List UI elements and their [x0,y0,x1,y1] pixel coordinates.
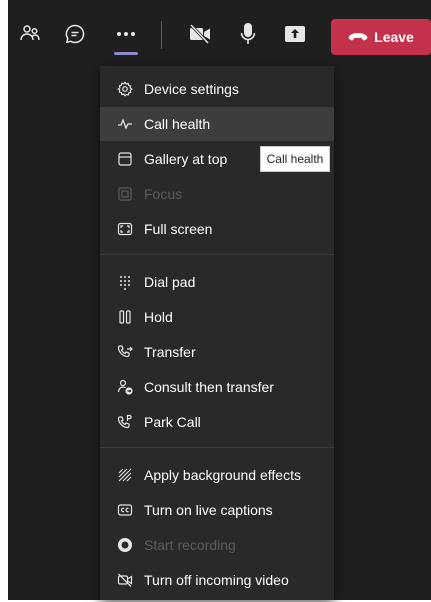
transfer-icon [116,343,134,361]
menu-item-turn-off-incoming-video[interactable]: Turn off incoming video [100,563,334,597]
chat-button[interactable] [59,18,91,50]
more-icon [116,31,136,37]
tooltip: Call health [260,146,330,172]
more-actions-button[interactable] [110,18,142,50]
phone-hangup-icon [348,29,368,45]
menu-item-label: Full screen [144,221,213,237]
menu-item-full-screen[interactable]: Full screen [100,212,334,246]
menu-item-label: Turn on live captions [144,502,273,518]
menu-item-apply-background-effects[interactable]: Apply background effects [100,458,334,492]
captions-icon [116,501,134,519]
menu-item-label: Consult then transfer [144,379,274,395]
menu-item-focus: Focus [100,177,334,211]
menu-item-label: Turn off incoming video [144,572,289,588]
menu-item-label: Dial pad [144,274,196,290]
menu-item-consult-then-transfer[interactable]: Consult then transfer [100,370,334,404]
menu-item-label: Call health [144,116,211,132]
menu-item-label: Park Call [144,414,201,430]
meeting-window: Leave Device settings Call health Galler… [8,0,431,600]
gear-icon [116,80,134,98]
menu-item-label: Device settings [144,81,239,97]
menu-item-label: Transfer [144,344,196,360]
toolbar-divider [161,21,162,49]
active-indicator [114,52,138,55]
people-icon [19,23,41,45]
camera-off-icon [188,23,212,45]
menu-item-label: Hold [144,309,173,325]
chat-icon [64,23,86,45]
record-icon [116,536,134,554]
menu-item-start-recording: Start recording [100,528,334,562]
menu-item-park-call[interactable]: Park Call [100,405,334,439]
park-call-icon [116,413,134,431]
pause-icon [116,308,134,326]
leave-button[interactable]: Leave [331,19,431,55]
gallery-icon [116,150,134,168]
dialpad-icon [116,273,134,291]
menu-item-turn-on-live-captions[interactable]: Turn on live captions [100,493,334,527]
menu-item-device-settings[interactable]: Device settings [100,72,334,106]
menu-item-label: Apply background effects [144,467,301,483]
meeting-toolbar: Leave [8,0,431,66]
camera-button[interactable] [184,18,216,50]
menu-item-label: Focus [144,186,183,202]
menu-item-transfer[interactable]: Transfer [100,335,334,369]
background-effects-icon [116,466,134,484]
menu-item-call-health[interactable]: Call health [100,107,334,141]
pulse-icon [116,115,134,133]
menu-item-label: Gallery at top [144,151,228,167]
focus-icon [116,185,134,203]
leave-label: Leave [374,29,414,45]
mic-icon [239,22,257,46]
menu-separator [100,254,334,255]
menu-item-dial-pad[interactable]: Dial pad [100,265,334,299]
consult-transfer-icon [116,378,134,396]
menu-item-hold[interactable]: Hold [100,300,334,334]
fullscreen-icon [116,220,134,238]
video-off-icon [116,571,134,589]
menu-separator [100,447,334,448]
menu-item-label: Start recording [144,537,236,553]
mic-button[interactable] [232,18,264,50]
people-button[interactable] [14,18,46,50]
share-icon [284,24,306,44]
share-button[interactable] [279,18,311,50]
